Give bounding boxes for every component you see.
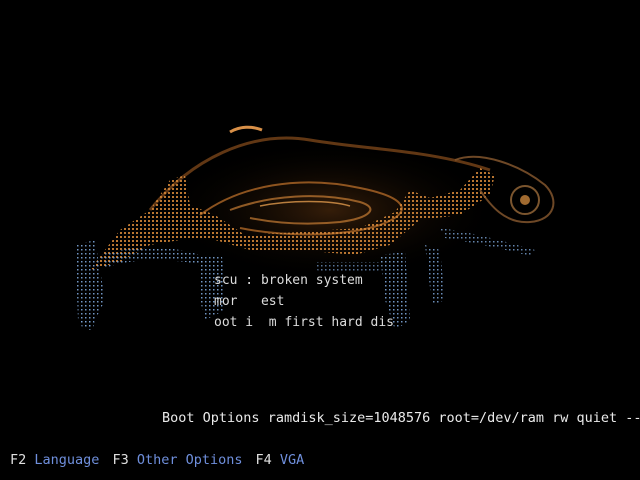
fkey-label: Other Options bbox=[136, 452, 243, 468]
menu-item-boot-hard-disk[interactable]: oot i m first hard dis bbox=[214, 312, 414, 333]
boot-menu: scu : broken system mor est oot i m firs… bbox=[214, 270, 414, 333]
f2-language-key[interactable]: F2 Language bbox=[10, 450, 99, 470]
boot-screen: scu : broken system mor est oot i m firs… bbox=[0, 0, 640, 480]
fkey-number: F4 bbox=[255, 452, 272, 468]
fkey-number: F2 bbox=[10, 452, 27, 468]
fkey-label: Language bbox=[34, 452, 100, 468]
f3-other-options-key[interactable]: F3 Other Options bbox=[112, 450, 242, 470]
function-key-bar: F2 Language F3 Other Options F4 VGA bbox=[10, 450, 317, 470]
boot-options-input[interactable]: ramdisk_size=1048576 root=/dev/ram rw qu… bbox=[268, 410, 640, 426]
f4-vga-key[interactable]: F4 VGA bbox=[256, 450, 305, 470]
boot-options-label: Boot Options bbox=[162, 410, 260, 426]
fkey-label: VGA bbox=[279, 452, 305, 468]
boot-options-line: Boot Options ramdisk_size=1048576 root=/… bbox=[162, 408, 640, 428]
fkey-number: F3 bbox=[112, 452, 129, 468]
menu-item-rescue[interactable]: scu : broken system bbox=[214, 270, 414, 291]
menu-item-memtest[interactable]: mor est bbox=[214, 291, 414, 312]
